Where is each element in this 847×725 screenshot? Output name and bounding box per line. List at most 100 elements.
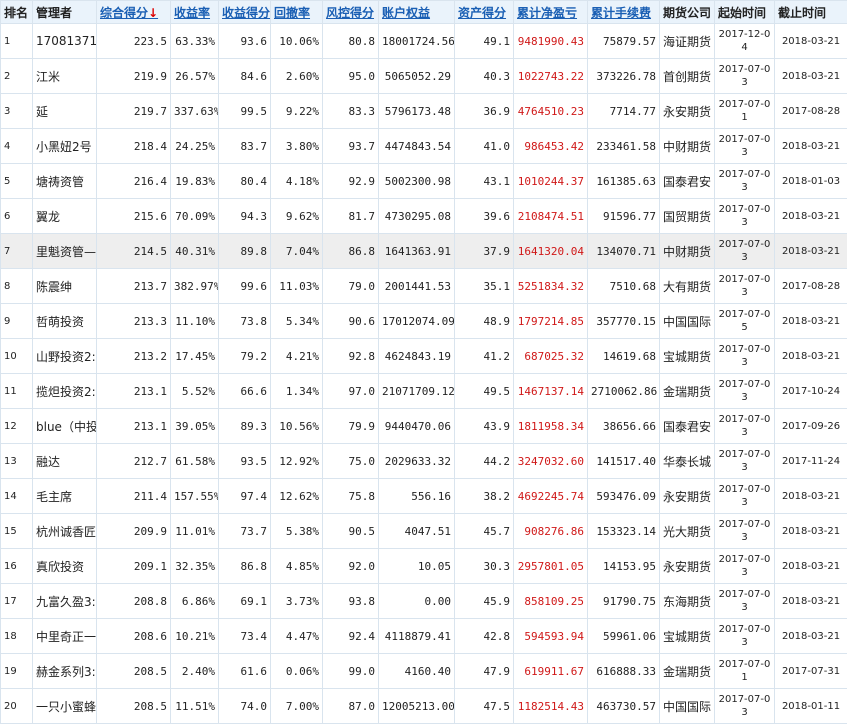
cell-return-rate: 26.57%: [170, 58, 219, 94]
cell-end-date: 2017-10-24: [774, 373, 847, 409]
header-end-date: 截止时间: [774, 0, 847, 24]
cell-return-rate: 61.58%: [170, 443, 219, 479]
table-row[interactable]: 4 小黑妞2号 218.4 24.25% 83.7 3.80% 93.7 4474843.54…: [0, 128, 847, 164]
cell-return-score: 89.3: [218, 408, 271, 444]
table-row[interactable]: 10 山野投资2: 213.2 17.45% 79.2 4.21% 92.8 4624843.…: [0, 338, 847, 374]
cell-equity: 0.00: [378, 583, 455, 619]
cell-risk-score: 90.6: [322, 303, 379, 339]
cell-total-score: 213.1: [96, 373, 171, 409]
cell-net-pnl: 1467137.14: [513, 373, 588, 409]
cell-total-score: 223.5: [96, 23, 171, 59]
cell-fees: 14153.95: [587, 548, 660, 584]
cell-return-score: 73.8: [218, 303, 271, 339]
header-risk-score-sort[interactable]: 风控得分: [322, 0, 379, 24]
cell-fees: 7714.77: [587, 93, 660, 129]
cell-fees: 357770.15: [587, 303, 660, 339]
cell-return-score: 99.6: [218, 268, 271, 304]
header-drawdown-sort[interactable]: 回撤率: [270, 0, 323, 24]
header-equity-sort[interactable]: 账户权益: [378, 0, 455, 24]
table-row[interactable]: 18 中里奇正一: 208.6 10.21% 73.4 4.47% 92.4 4118879.…: [0, 618, 847, 654]
cell-rank: 8: [0, 268, 33, 304]
cell-end-date: 2018-01-11: [774, 688, 847, 724]
cell-fees: 233461.58: [587, 128, 660, 164]
table-row[interactable]: 6 翼龙 215.6 70.09% 94.3 9.62% 81.7 4730295.08 39.…: [0, 198, 847, 234]
cell-manager: 塘祷资管: [32, 163, 97, 199]
cell-start-date: 2017-07-03: [714, 198, 775, 234]
cell-total-score: 209.9: [96, 513, 171, 549]
cell-drawdown: 9.22%: [270, 93, 323, 129]
table-row[interactable]: 8 陈震绅 213.7 382.97% 99.6 11.03% 79.0 2001441.53…: [0, 268, 847, 304]
cell-start-date: 2017-07-05: [714, 303, 775, 339]
table-row[interactable]: 20 一只小蜜蜂 208.5 11.51% 74.0 7.00% 87.0 12005213.…: [0, 688, 847, 724]
table-row[interactable]: 5 塘祷资管 216.4 19.83% 80.4 4.18% 92.9 5002300.98 4…: [0, 163, 847, 199]
cell-asset-score: 45.7: [454, 513, 514, 549]
header-total-score-sort[interactable]: 综合得分↓: [96, 0, 171, 24]
cell-risk-score: 97.0: [322, 373, 379, 409]
cell-drawdown: 7.00%: [270, 688, 323, 724]
table-row[interactable]: 15 杭州诚香匠 209.9 11.01% 73.7 5.38% 90.5 4047.51 45…: [0, 513, 847, 549]
table-row[interactable]: 19 赫金系列3: 208.5 2.40% 61.6 0.06% 99.0 4160.40 47…: [0, 653, 847, 689]
table-row[interactable]: 2 江米 219.9 26.57% 84.6 2.60% 95.0 5065052.29 40.…: [0, 58, 847, 94]
cell-start-date: 2017-07-01: [714, 653, 775, 689]
header-fees-sort[interactable]: 累计手续费: [587, 0, 660, 24]
table-row[interactable]: 9 哲萌投资 213.3 11.10% 73.8 5.34% 90.6 17012074.09…: [0, 303, 847, 339]
cell-fees: 14619.68: [587, 338, 660, 374]
cell-net-pnl: 858109.25: [513, 583, 588, 619]
table-row[interactable]: 11 揽炟投资2: 213.1 5.52% 66.6 1.34% 97.0 21071709.…: [0, 373, 847, 409]
cell-start-date: 2017-07-03: [714, 583, 775, 619]
cell-risk-score: 79.0: [322, 268, 379, 304]
cell-risk-score: 92.4: [322, 618, 379, 654]
cell-end-date: 2018-03-21: [774, 198, 847, 234]
cell-start-date: 2017-07-03: [714, 58, 775, 94]
header-net-pnl-sort[interactable]: 累计净盈亏: [513, 0, 588, 24]
table-row[interactable]: 16 真欣投资 209.1 32.35% 86.8 4.85% 92.0 10.05 30.3 2…: [0, 548, 847, 584]
cell-fees: 2710062.86: [587, 373, 660, 409]
cell-total-score: 208.6: [96, 618, 171, 654]
cell-rank: 19: [0, 653, 33, 689]
header-asset-score-sort[interactable]: 资产得分: [454, 0, 514, 24]
cell-return-score: 69.1: [218, 583, 271, 619]
cell-fees: 91596.77: [587, 198, 660, 234]
cell-manager: 江米: [32, 58, 97, 94]
cell-equity: 17012074.09: [378, 303, 455, 339]
cell-rank: 4: [0, 128, 33, 164]
cell-start-date: 2017-07-03: [714, 268, 775, 304]
cell-fees: 153323.14: [587, 513, 660, 549]
cell-manager: 一只小蜜蜂: [32, 688, 97, 724]
cell-drawdown: 12.92%: [270, 443, 323, 479]
cell-rank: 14: [0, 478, 33, 514]
cell-risk-score: 92.0: [322, 548, 379, 584]
cell-net-pnl: 908276.86: [513, 513, 588, 549]
table-row[interactable]: 3 延 219.7 337.63% 99.5 9.22% 83.3 5796173.48 36.…: [0, 93, 847, 129]
cell-total-score: 213.2: [96, 338, 171, 374]
cell-return-rate: 11.51%: [170, 688, 219, 724]
cell-equity: 4474843.54: [378, 128, 455, 164]
cell-manager: 哲萌投资: [32, 303, 97, 339]
cell-fees: 373226.78: [587, 58, 660, 94]
cell-fees: 75879.57: [587, 23, 660, 59]
cell-broker: 东海期货: [659, 583, 715, 619]
cell-total-score: 219.9: [96, 58, 171, 94]
table-row[interactable]: 12 blue（中投 213.1 39.05% 89.3 10.56% 79.9 944047…: [0, 408, 847, 444]
cell-net-pnl: 1811958.34: [513, 408, 588, 444]
cell-drawdown: 0.06%: [270, 653, 323, 689]
cell-rank: 13: [0, 443, 33, 479]
table-row[interactable]: 14 毛主席 211.4 157.55% 97.4 12.62% 75.8 556.16 38.…: [0, 478, 847, 514]
cell-rank: 16: [0, 548, 33, 584]
header-return-score-sort[interactable]: 收益得分: [218, 0, 271, 24]
cell-total-score: 213.7: [96, 268, 171, 304]
table-row[interactable]: 13 融达 212.7 61.58% 93.5 12.92% 75.0 2029633.32 4…: [0, 443, 847, 479]
header-start-date: 起始时间: [714, 0, 775, 24]
cell-equity: 556.16: [378, 478, 455, 514]
header-return-rate-sort[interactable]: 收益率: [170, 0, 219, 24]
header-row: 排名 管理者 综合得分↓ 收益率 收益得分 回撤率 风控得分 账户权益 资产得分…: [0, 0, 847, 24]
table-row[interactable]: 7 里魁资管— 214.5 40.31% 89.8 7.04% 86.8 1641363.91…: [0, 233, 847, 269]
cell-return-score: 86.8: [218, 548, 271, 584]
cell-asset-score: 49.5: [454, 373, 514, 409]
table-row[interactable]: 1170813717:223.563.33%93.610.06%80.81800…: [0, 23, 847, 59]
cell-return-score: 97.4: [218, 478, 271, 514]
table-row[interactable]: 17 九富久盈3: 208.8 6.86% 69.1 3.73% 93.8 0.00 45.9 8…: [0, 583, 847, 619]
cell-fees: 616888.33: [587, 653, 660, 689]
cell-rank: 7: [0, 233, 33, 269]
cell-rank: 12: [0, 408, 33, 444]
